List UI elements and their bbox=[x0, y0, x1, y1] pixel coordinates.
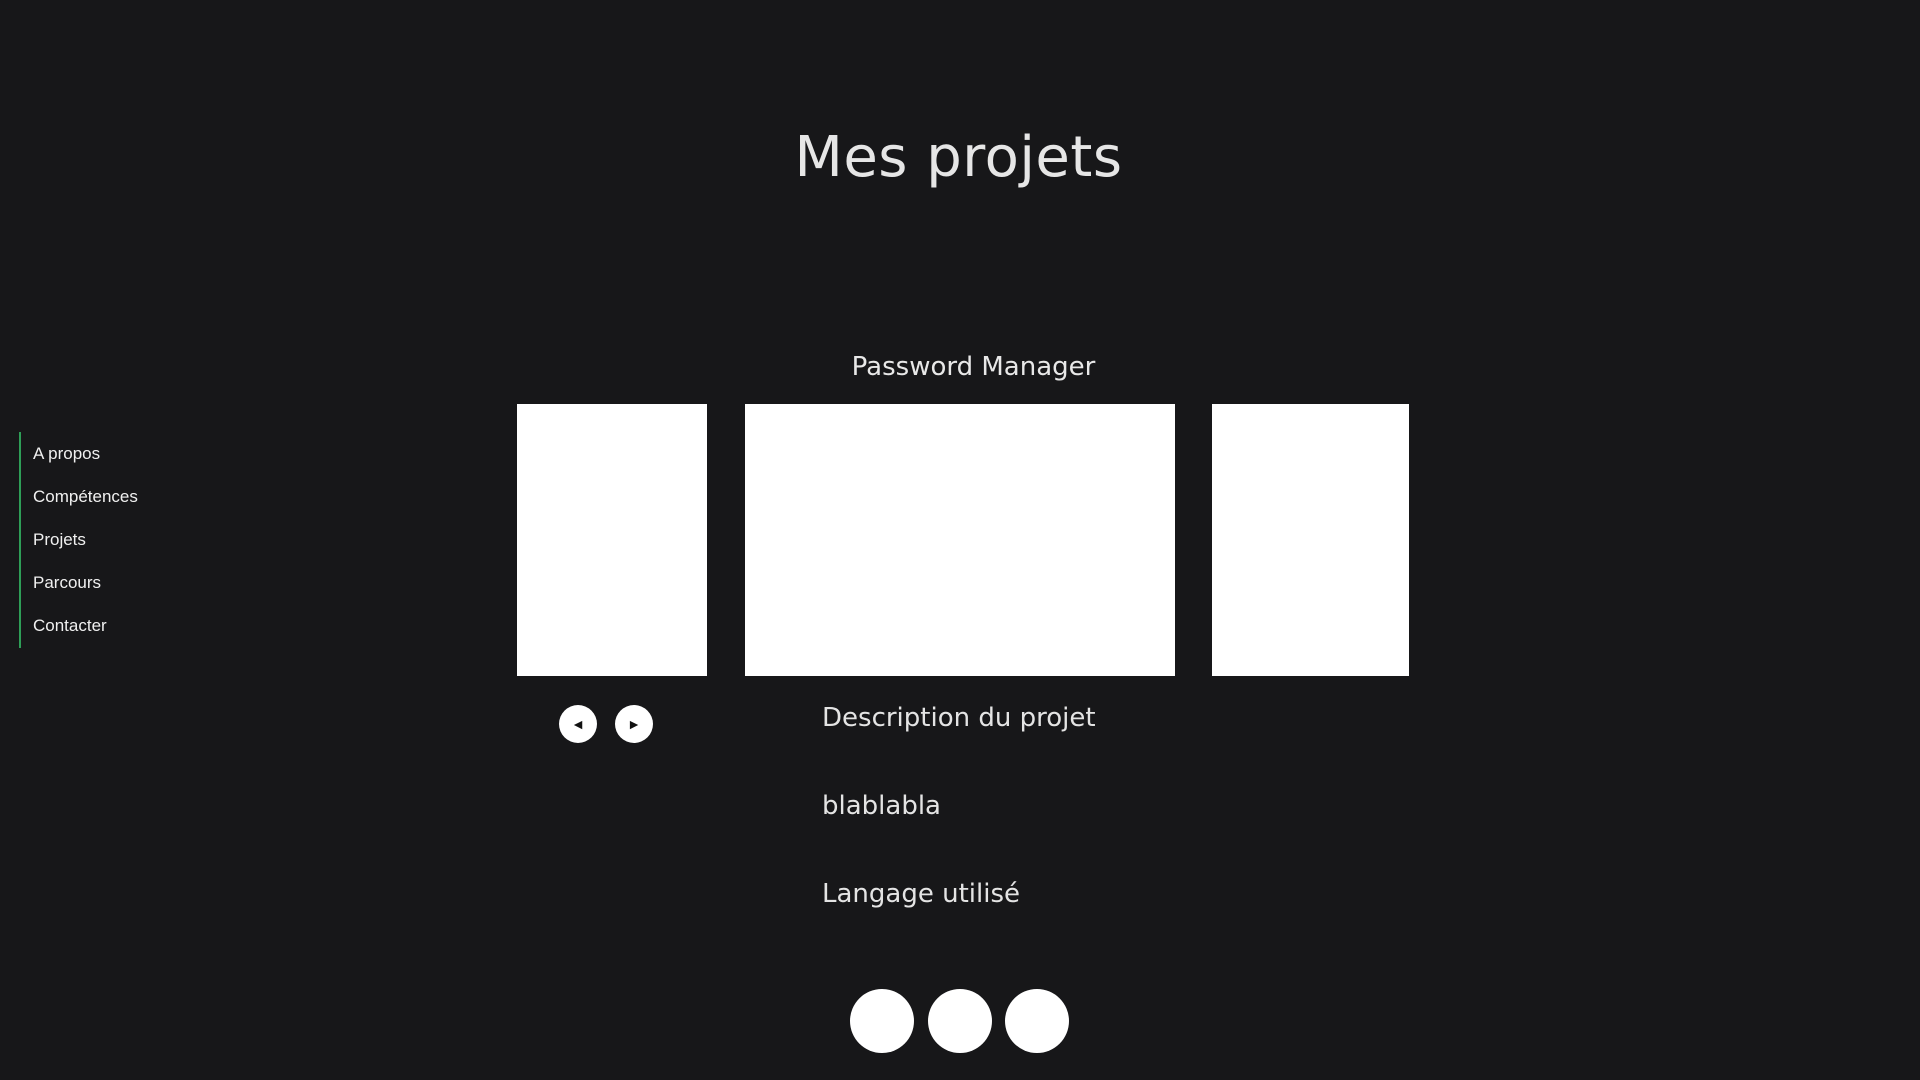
page-title: Mes projets bbox=[794, 125, 1123, 190]
triangle-right-icon: ► bbox=[627, 716, 641, 732]
projects-page: Mes projets A propos Compétences Projets… bbox=[0, 0, 1920, 1080]
project-description-text: blablabla bbox=[822, 791, 941, 821]
carousel-next-button[interactable]: ► bbox=[615, 705, 653, 743]
nav-item-parcours[interactable]: Parcours bbox=[33, 561, 138, 604]
carousel-previous-image[interactable] bbox=[517, 404, 707, 676]
nav-item-projets[interactable]: Projets bbox=[33, 518, 138, 561]
project-title: Password Manager bbox=[851, 352, 1096, 382]
nav-item-competences[interactable]: Compétences bbox=[33, 475, 138, 518]
nav-item-a-propos[interactable]: A propos bbox=[33, 432, 138, 475]
side-navigation: A propos Compétences Projets Parcours Co… bbox=[19, 432, 138, 648]
nav-item-contacter[interactable]: Contacter bbox=[33, 604, 138, 647]
project-language-heading: Langage utilisé bbox=[822, 879, 1020, 909]
language-icon bbox=[850, 989, 914, 1053]
carousel-prev-button[interactable]: ◄ bbox=[559, 705, 597, 743]
carousel-main-image bbox=[745, 404, 1175, 676]
language-icon bbox=[928, 989, 992, 1053]
carousel-next-image[interactable] bbox=[1212, 404, 1409, 676]
project-description-heading: Description du projet bbox=[822, 703, 1096, 733]
language-icon bbox=[1005, 989, 1069, 1053]
triangle-left-icon: ◄ bbox=[571, 716, 585, 732]
